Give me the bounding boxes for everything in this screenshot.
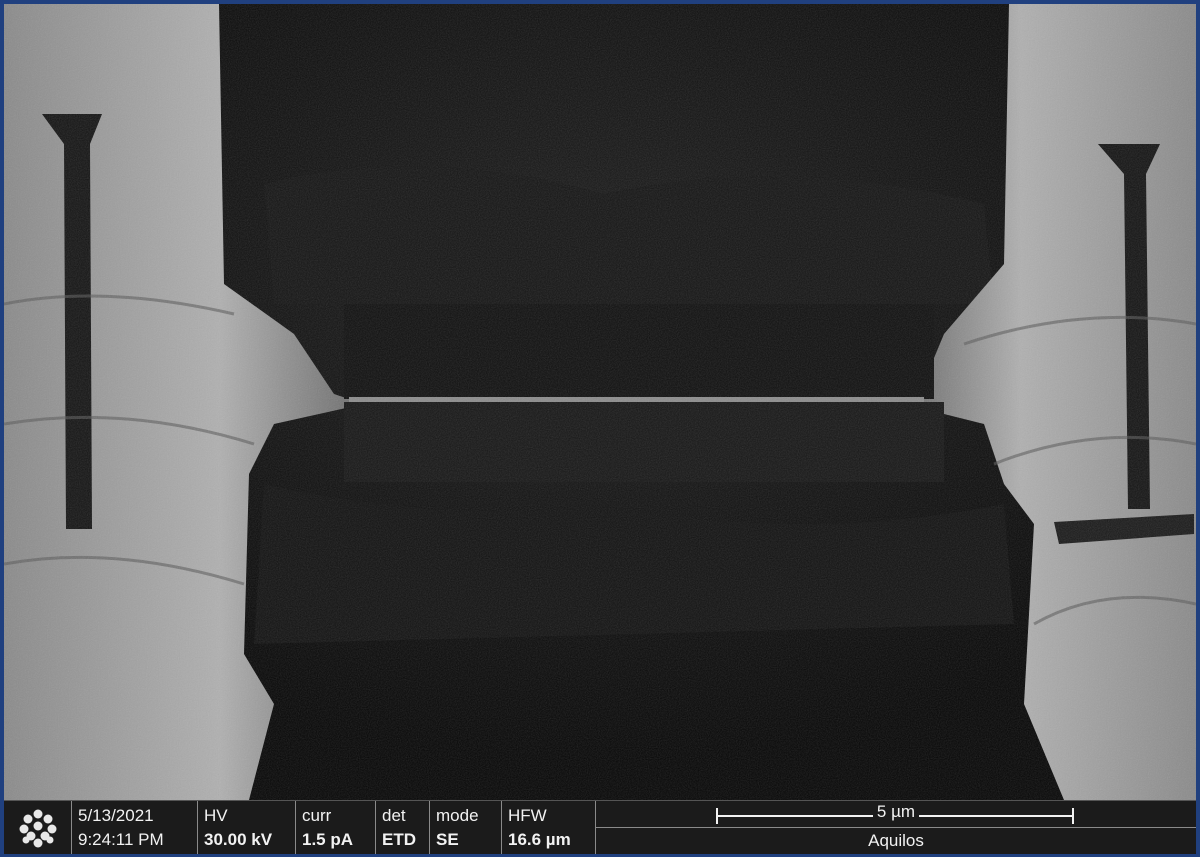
fei-logo-icon <box>19 809 56 847</box>
datetime-cell: 5/13/2021 9:24:11 PM <box>72 801 198 854</box>
mode-value: SE <box>436 829 459 849</box>
time-value: 9:24:11 PM <box>78 829 164 849</box>
logo-cell <box>4 801 72 854</box>
hfw-value: 16.6 µm <box>508 829 571 849</box>
date-value: 5/13/2021 <box>78 805 154 825</box>
sem-databar: 5/13/2021 9:24:11 PM HV 30.00 kV curr 1.… <box>4 800 1196 854</box>
instrument-name: Aquilos <box>868 831 924 850</box>
scale-label: 5 µm <box>872 802 920 821</box>
det-value: ETD <box>382 829 416 849</box>
hfw-cell: HFW 16.6 µm <box>502 801 596 854</box>
hfw-label: HFW <box>508 805 547 825</box>
mode-label: mode <box>436 805 479 825</box>
mode-cell: mode SE <box>430 801 502 854</box>
scale-cell: 5 µm Aquilos <box>596 801 1196 854</box>
hv-label: HV <box>204 805 228 825</box>
hv-cell: HV 30.00 kV <box>198 801 296 854</box>
sem-noise-overlay <box>4 4 1196 800</box>
curr-label: curr <box>302 805 332 825</box>
sem-image-viewport <box>4 4 1196 800</box>
hv-value: 30.00 kV <box>204 829 273 849</box>
window-frame: 5/13/2021 9:24:11 PM HV 30.00 kV curr 1.… <box>0 0 1200 857</box>
sem-micrograph <box>4 4 1196 800</box>
scale-bar-area: 5 µm <box>596 801 1196 828</box>
det-label: det <box>382 805 406 825</box>
curr-value: 1.5 pA <box>302 829 354 849</box>
det-cell: det ETD <box>376 801 430 854</box>
curr-cell: curr 1.5 pA <box>296 801 376 854</box>
